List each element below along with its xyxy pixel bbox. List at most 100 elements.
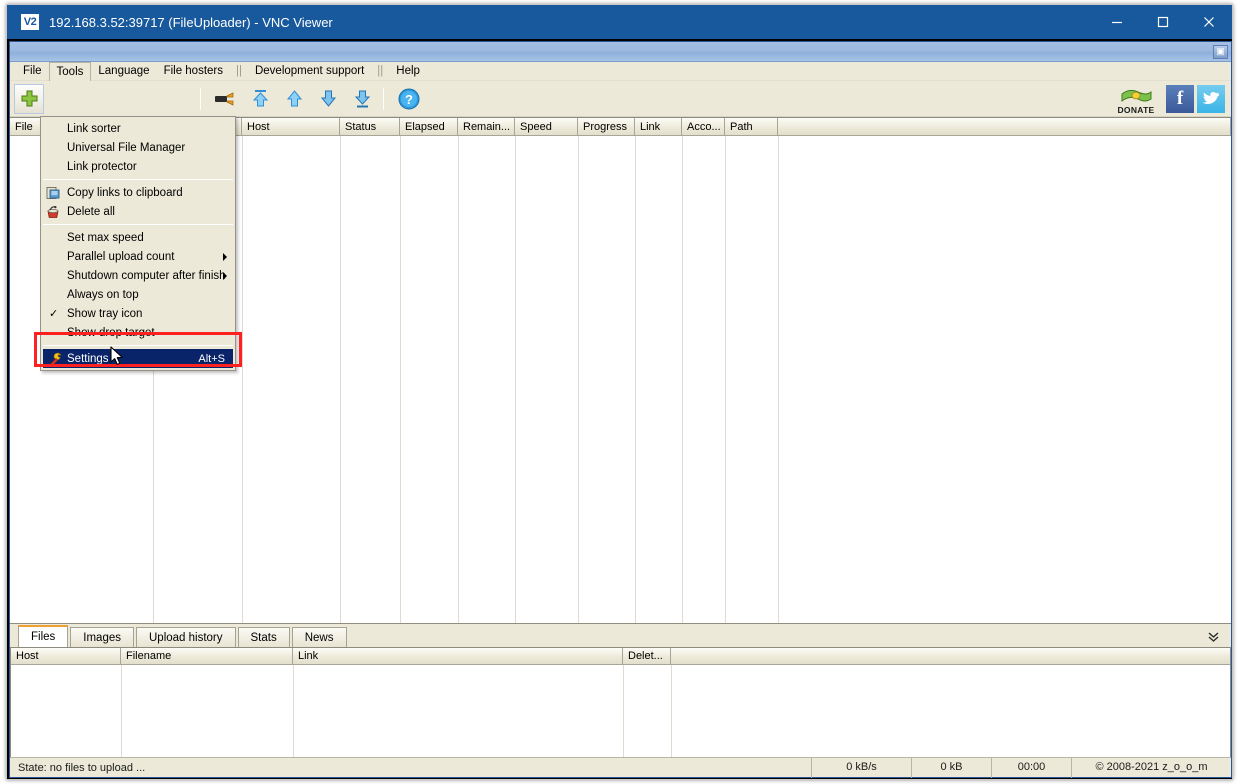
menuitem-label: Universal File Manager xyxy=(67,141,186,154)
vnc-logo-icon: V2 xyxy=(21,14,39,30)
app-titlebar: ▣ xyxy=(10,42,1231,62)
status-state-text: State: no files to upload ... xyxy=(18,761,146,774)
chevron-double-down-icon[interactable] xyxy=(1208,631,1219,644)
bcolumn-host[interactable]: Host xyxy=(11,648,121,665)
menu-language[interactable]: Language xyxy=(91,62,156,80)
maximize-icon[interactable] xyxy=(1140,5,1186,39)
submenu-arrow-icon xyxy=(223,271,227,280)
move-to-top-icon[interactable] xyxy=(245,84,275,114)
clipboard-icon xyxy=(45,185,61,200)
menuitem-delete-all[interactable]: Delete all xyxy=(41,202,235,221)
menuitem-label: Delete all xyxy=(67,205,115,218)
column-speed[interactable]: Speed xyxy=(515,118,578,135)
files-grid[interactable]: Host Filename Link Delet... xyxy=(10,647,1231,757)
tab-files[interactable]: Files xyxy=(18,625,69,647)
column-host[interactable]: Host xyxy=(242,118,340,135)
status-time: 00:00 xyxy=(991,757,1071,778)
menu-separator-2 xyxy=(43,224,233,225)
toolbar-separator-2 xyxy=(383,87,384,110)
menuitem-link-protector[interactable]: Link protector xyxy=(41,157,235,176)
toolbar: ? DONATE f xyxy=(10,81,1231,117)
menuitem-label: Show drop target xyxy=(67,326,155,339)
column-account[interactable]: Acco... xyxy=(682,118,725,135)
menuitem-label: Set max speed xyxy=(67,231,144,244)
menuitem-label: Always on top xyxy=(67,288,139,301)
move-down-icon[interactable] xyxy=(313,84,343,114)
vnc-client-area: ▣ File Tools Language File hosters || De… xyxy=(7,39,1232,779)
menuitem-label: Show tray icon xyxy=(67,307,143,320)
donate-button[interactable]: DONATE xyxy=(1109,83,1163,115)
minimize-icon[interactable] xyxy=(1094,5,1140,39)
bcolumn-delete[interactable]: Delet... xyxy=(623,648,671,665)
delete-icon xyxy=(45,204,61,219)
statusbar: State: no files to upload ... 0 kB/s 0 k… xyxy=(10,757,1231,778)
files-grid-body[interactable] xyxy=(11,665,1230,757)
menubar-separator-2: || xyxy=(377,65,384,77)
menuitem-parallel-upload-count[interactable]: Parallel upload count xyxy=(41,247,235,266)
menu-file-hosters[interactable]: File hosters xyxy=(157,62,230,80)
column-status[interactable]: Status xyxy=(340,118,400,135)
move-up-icon[interactable] xyxy=(279,84,309,114)
menuitem-show-tray-icon[interactable]: ✓ Show tray icon xyxy=(41,304,235,323)
menuitem-shutdown-after-finish[interactable]: Shutdown computer after finish xyxy=(41,266,235,285)
column-filler xyxy=(778,118,1231,135)
vnc-window-controls xyxy=(1094,5,1232,39)
menuitem-always-on-top[interactable]: Always on top xyxy=(41,285,235,304)
facebook-icon[interactable]: f xyxy=(1166,85,1194,113)
column-elapsed[interactable]: Elapsed xyxy=(400,118,458,135)
submenu-arrow-icon xyxy=(223,252,227,261)
vnc-viewer-window: V2 192.168.3.52:39717 (FileUploader) - V… xyxy=(6,4,1233,780)
tab-news[interactable]: News xyxy=(291,627,347,647)
menuitem-set-max-speed[interactable]: Set max speed xyxy=(41,228,235,247)
toolbar-separator-1 xyxy=(200,87,201,110)
menuitem-link-sorter[interactable]: Link sorter xyxy=(41,119,235,138)
link-tool-icon[interactable] xyxy=(211,84,241,114)
menu-tools[interactable]: Tools xyxy=(48,61,92,81)
column-remaining[interactable]: Remain... xyxy=(458,118,515,135)
menuitem-copy-links-to-clipboard[interactable]: Copy links to clipboard xyxy=(41,183,235,202)
column-path[interactable]: Path xyxy=(725,118,778,135)
menubar-separator-1: || xyxy=(236,65,242,77)
status-speed: 0 kB/s xyxy=(811,757,911,778)
bottom-tabstrip: Files Images Upload history Stats News xyxy=(10,623,1231,647)
menu-separator-1 xyxy=(43,179,233,180)
menuitem-label: Copy links to clipboard xyxy=(67,186,183,199)
tab-upload-history[interactable]: Upload history xyxy=(136,627,236,647)
menuitem-label: Shutdown computer after finish xyxy=(67,269,226,282)
close-icon[interactable] xyxy=(1186,5,1232,39)
menu-file[interactable]: File xyxy=(16,62,49,80)
app-close-icon[interactable]: ▣ xyxy=(1213,44,1228,59)
menu-help[interactable]: Help xyxy=(389,62,427,80)
menu-development-support[interactable]: Development support xyxy=(248,62,371,80)
twitter-icon[interactable] xyxy=(1197,85,1225,113)
vnc-window-title: 192.168.3.52:39717 (FileUploader) - VNC … xyxy=(49,14,333,30)
tab-images[interactable]: Images xyxy=(70,627,134,647)
bcolumn-filler xyxy=(671,648,1230,665)
move-to-bottom-icon[interactable] xyxy=(347,84,377,114)
menuitem-label: Settings xyxy=(67,352,109,365)
menubar: File Tools Language File hosters || Deve… xyxy=(10,61,1231,81)
checkmark-icon: ✓ xyxy=(49,308,59,320)
menuitem-label: Parallel upload count xyxy=(67,250,175,263)
column-link[interactable]: Link xyxy=(635,118,682,135)
help-icon[interactable]: ? xyxy=(394,84,424,114)
toolbar-right-group: DONATE f xyxy=(1109,83,1225,115)
status-copyright: © 2008-2021 z_o_o_m xyxy=(1071,757,1231,778)
menuitem-accelerator: Alt+S xyxy=(198,352,225,365)
menu-separator-3 xyxy=(43,345,233,346)
vnc-titlebar: V2 192.168.3.52:39717 (FileUploader) - V… xyxy=(7,5,1232,39)
column-progress[interactable]: Progress xyxy=(578,118,635,135)
menuitem-show-drop-target[interactable]: Show drop target xyxy=(41,323,235,342)
menuitem-settings[interactable]: Settings Alt+S xyxy=(43,349,233,368)
menuitem-label: Link protector xyxy=(67,160,137,173)
menuitem-universal-file-manager[interactable]: Universal File Manager xyxy=(41,138,235,157)
bcolumn-link[interactable]: Link xyxy=(293,648,623,665)
menuitem-label: Link sorter xyxy=(67,122,121,135)
wrench-icon xyxy=(47,351,63,366)
tab-stats[interactable]: Stats xyxy=(237,627,290,647)
tools-dropdown-menu[interactable]: Link sorter Universal File Manager Link … xyxy=(40,116,236,371)
add-file-button[interactable] xyxy=(14,83,44,114)
files-grid-header: Host Filename Link Delet... xyxy=(11,648,1230,665)
donate-label: DONATE xyxy=(1117,105,1155,115)
bcolumn-filename[interactable]: Filename xyxy=(121,648,293,665)
